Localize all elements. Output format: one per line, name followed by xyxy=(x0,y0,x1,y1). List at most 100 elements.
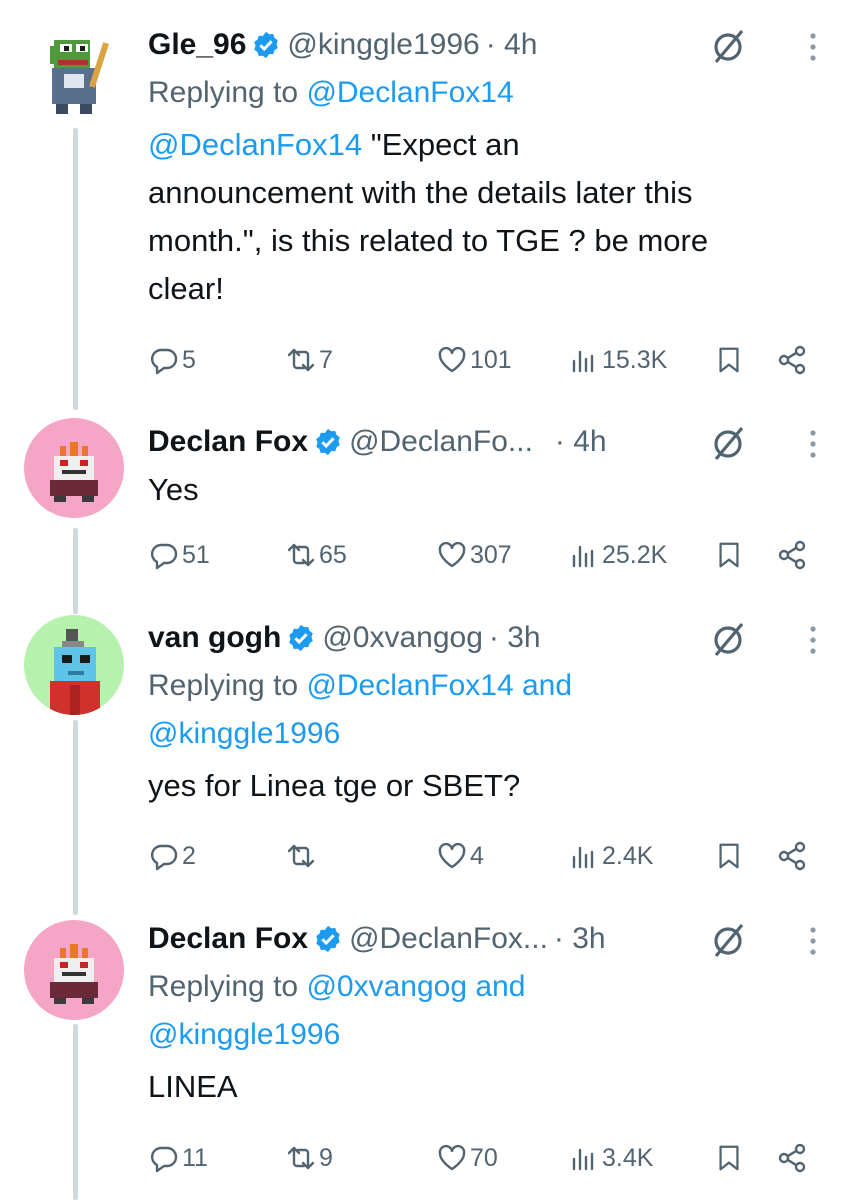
share-button[interactable] xyxy=(776,836,810,876)
grok-mark-icon[interactable] xyxy=(708,922,748,958)
like-button[interactable]: 101 xyxy=(436,340,512,380)
views-bar-icon xyxy=(572,545,594,568)
thread-line xyxy=(73,720,78,915)
tweet-header: Declan Fox @DeclanFox... · 3h xyxy=(148,919,819,959)
reply-mention[interactable]: @DeclanFox14 and xyxy=(306,669,572,702)
verified-badge-icon xyxy=(254,31,279,59)
grok-mark-icon[interactable] xyxy=(708,28,748,64)
avatar[interactable] xyxy=(24,22,124,122)
views-bar-icon xyxy=(572,350,594,373)
tweet-time[interactable]: · 4h xyxy=(555,422,607,462)
like-button[interactable]: 70 xyxy=(436,1138,498,1178)
more-vertical-icon[interactable] xyxy=(807,624,819,656)
share-button[interactable] xyxy=(776,535,810,575)
author-handle[interactable]: @DeclanFox... xyxy=(349,919,548,959)
retweet-button[interactable] xyxy=(285,836,319,876)
tweet-time[interactable]: · 4h xyxy=(486,25,538,65)
author-handle[interactable]: @kinggle1996 xyxy=(287,25,479,65)
share-icon xyxy=(778,345,806,375)
share-button[interactable] xyxy=(776,1138,810,1178)
replying-prefix: Replying to xyxy=(148,76,307,109)
retweet-count: 7 xyxy=(319,345,333,374)
verified-badge-icon xyxy=(316,925,340,953)
bookmark-button[interactable] xyxy=(714,340,746,380)
tweet-content: Gle_96 @kinggle1996 · 4h Replying to @De… xyxy=(148,25,819,313)
replying-prefix: Replying to xyxy=(148,669,307,702)
like-count: 101 xyxy=(470,345,512,374)
views-button[interactable]: 3.4K xyxy=(568,1138,653,1178)
author-name[interactable]: van gogh xyxy=(148,618,281,658)
replying-to: Replying to @DeclanFox14 xyxy=(148,69,819,117)
reply-button[interactable]: 2 xyxy=(148,836,196,876)
retweet-button[interactable]: 9 xyxy=(285,1138,333,1178)
tweet-header: Declan Fox @DeclanFo... · 4h xyxy=(148,422,819,462)
author-name[interactable]: Declan Fox xyxy=(148,422,308,462)
tweet-text-line: clear! xyxy=(148,271,224,306)
more-vertical-icon[interactable] xyxy=(807,31,819,63)
tweet-time[interactable]: · 3h xyxy=(489,618,541,658)
retweet-icon xyxy=(287,543,315,567)
reply-count: 2 xyxy=(182,841,196,870)
share-icon xyxy=(778,1143,806,1173)
grok-mark-icon[interactable] xyxy=(708,621,748,657)
reply-button[interactable]: 11 xyxy=(148,1138,208,1178)
author-handle[interactable]: @0xvangog xyxy=(322,618,483,658)
reply-bubble-icon xyxy=(150,1146,178,1173)
reply-button[interactable]: 51 xyxy=(148,535,210,575)
tweet-actions: 2 4 2.4K xyxy=(148,836,819,876)
reply-mention[interactable]: @0xvangog and xyxy=(306,970,525,1003)
reply-bubble-icon xyxy=(150,543,178,570)
share-button[interactable] xyxy=(776,340,810,380)
replying-prefix: Replying to xyxy=(148,970,307,1003)
reply-button[interactable]: 5 xyxy=(148,340,196,380)
bookmark-button[interactable] xyxy=(714,836,746,876)
author-handle[interactable]: @DeclanFo... xyxy=(349,422,533,462)
like-button[interactable]: 307 xyxy=(436,535,512,575)
bookmark-icon xyxy=(719,542,739,568)
reply-mention[interactable]: @kinggle1996 xyxy=(148,710,819,758)
bookmark-button[interactable] xyxy=(714,1138,746,1178)
tweet-actions: 5 7 101 15.3K xyxy=(148,340,819,380)
more-vertical-icon[interactable] xyxy=(807,428,819,460)
views-bar-icon xyxy=(572,1148,594,1171)
avatar[interactable] xyxy=(24,920,124,1020)
avatar[interactable] xyxy=(24,615,124,715)
tweet-actions: 51 65 307 25.2K xyxy=(148,535,819,575)
like-button[interactable]: 4 xyxy=(436,836,484,876)
share-icon xyxy=(778,841,806,871)
tweet-text-line: month.", is this related to TGE ? be mor… xyxy=(148,223,709,258)
tweet-content: Declan Fox @DeclanFox... · 3h Replying t… xyxy=(148,919,819,1111)
frog-king-avatar-icon xyxy=(24,418,124,518)
avatar[interactable] xyxy=(24,418,124,518)
more-vertical-icon[interactable] xyxy=(807,925,819,957)
views-count: 2.4K xyxy=(602,841,654,870)
bookmark-icon xyxy=(719,1145,739,1171)
author-name[interactable]: Declan Fox xyxy=(148,919,308,959)
reply-count: 11 xyxy=(182,1143,208,1172)
retweet-button[interactable]: 65 xyxy=(285,535,347,575)
tweet-text-line: announcement with the details later this xyxy=(148,175,693,210)
author-name[interactable]: Gle_96 xyxy=(148,25,246,65)
bookmark-button[interactable] xyxy=(714,535,746,575)
verified-badge-icon xyxy=(316,428,340,456)
like-count: 70 xyxy=(470,1143,498,1172)
thread-line xyxy=(73,528,78,614)
text-mention[interactable]: @DeclanFox14 xyxy=(148,127,362,162)
retweet-icon xyxy=(287,844,315,868)
reply-bubble-icon xyxy=(150,348,178,375)
tweet-time[interactable]: · 3h xyxy=(554,919,606,959)
views-button[interactable]: 2.4K xyxy=(568,836,653,876)
views-button[interactable]: 15.3K xyxy=(568,340,667,380)
tweet-actions: 11 9 70 3.4K xyxy=(148,1138,819,1178)
tweet-text: Yes xyxy=(148,472,199,507)
views-button[interactable]: 25.2K xyxy=(568,535,667,575)
retweet-icon xyxy=(287,1146,315,1170)
grok-mark-icon[interactable] xyxy=(708,425,748,461)
retweet-button[interactable]: 7 xyxy=(285,340,333,380)
retweet-count: 9 xyxy=(319,1143,333,1172)
heart-icon xyxy=(438,842,466,869)
tweet-header: van gogh @0xvangog · 3h xyxy=(148,618,819,658)
tweet-text-line: "Expect an xyxy=(362,127,520,162)
reply-mention[interactable]: @kinggle1996 xyxy=(148,1011,819,1059)
reply-mention[interactable]: @DeclanFox14 xyxy=(306,76,513,109)
